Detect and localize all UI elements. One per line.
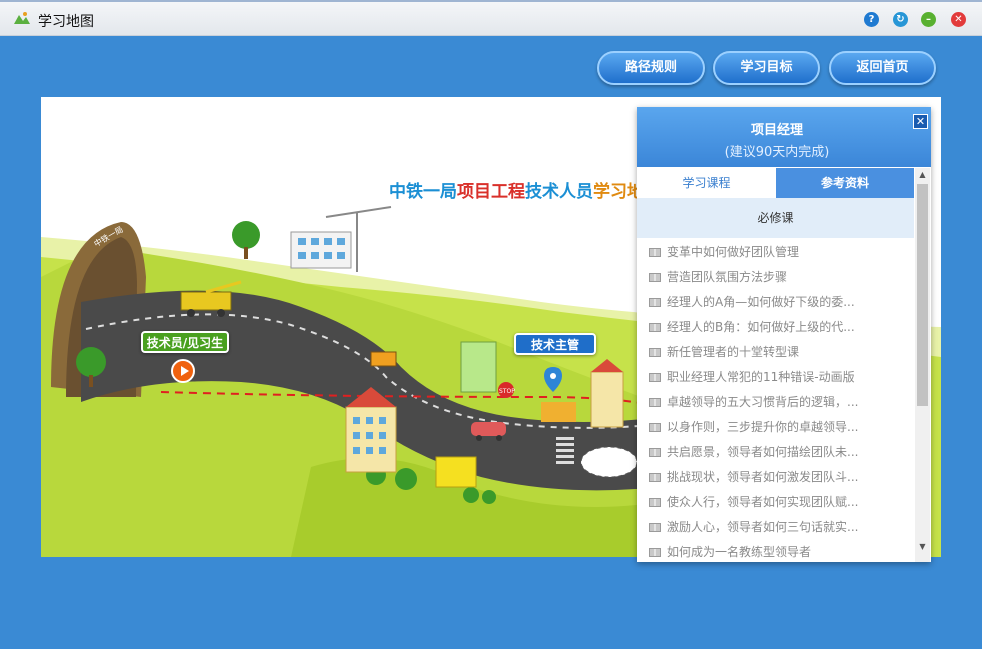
- map-title: 中铁一局项目工程技术人员学习地: [389, 182, 644, 202]
- course-item[interactable]: 新任管理者的十堂转型课: [637, 340, 914, 365]
- path-rules-button[interactable]: 路径规则: [597, 51, 705, 85]
- book-icon: [649, 248, 661, 257]
- book-icon: [649, 523, 661, 532]
- back-home-button[interactable]: 返回首页: [829, 51, 936, 85]
- scroll-up-icon[interactable]: ▲: [915, 168, 930, 182]
- book-icon: [649, 498, 661, 507]
- course-item[interactable]: 经理人的B角：如何做好上级的代...: [637, 315, 914, 340]
- course-item[interactable]: 变革中如何做好团队管理: [637, 240, 914, 265]
- stop-label: STOP: [499, 388, 515, 395]
- technician-stage-sign[interactable]: 技术员/见习生: [141, 331, 229, 353]
- learning-goals-button[interactable]: 学习目标: [713, 51, 820, 85]
- scroll-thumb[interactable]: [917, 184, 928, 406]
- panel-header: 项目经理 (建议90天内完成) ✕: [637, 107, 931, 167]
- course-item[interactable]: 如何成为一名教练型领导者: [637, 540, 914, 562]
- panel-close-icon[interactable]: ✕: [913, 114, 928, 129]
- course-item[interactable]: 激励人心，领导者如何三句话就实...: [637, 515, 914, 540]
- refresh-icon[interactable]: ↻: [893, 12, 908, 27]
- help-icon[interactable]: ?: [864, 12, 879, 27]
- course-item[interactable]: 挑战现状，领导者如何激发团队斗...: [637, 465, 914, 490]
- book-icon: [649, 423, 661, 432]
- minimize-icon[interactable]: –: [921, 12, 936, 27]
- tab-learning-courses[interactable]: 学习课程: [637, 168, 776, 198]
- course-item[interactable]: 职业经理人常犯的11种错误-动画版: [637, 365, 914, 390]
- scrollbar[interactable]: ▲ ▼: [915, 168, 930, 562]
- scroll-down-icon[interactable]: ▼: [915, 540, 930, 554]
- book-icon: [649, 348, 661, 357]
- panel-title: 项目经理: [750, 123, 803, 138]
- title-bar: 学习地图 ? ↻ – ✕: [0, 0, 982, 36]
- course-list: 变革中如何做好团队管理 营造团队氛围方法步骤 经理人的A角—如何做好下级的委..…: [637, 240, 914, 562]
- book-icon: [649, 448, 661, 457]
- book-icon: [649, 373, 661, 382]
- book-icon: [649, 298, 661, 307]
- book-icon: [649, 473, 661, 482]
- section-required-courses: 必修课: [637, 198, 914, 238]
- stage-panel: 项目经理 (建议90天内完成) ✕ 学习课程 参考资料 必修课 变革中如何做好团…: [637, 107, 931, 562]
- tab-reference-materials[interactable]: 参考资料: [776, 168, 914, 198]
- course-item[interactable]: 使众人行，领导者如何实现团队赋...: [637, 490, 914, 515]
- book-icon: [649, 323, 661, 332]
- play-icon[interactable]: [171, 359, 195, 383]
- course-item[interactable]: 共启愿景，领导者如何描绘团队未...: [637, 440, 914, 465]
- course-item[interactable]: 以身作则，三步提升你的卓越领导...: [637, 415, 914, 440]
- course-item[interactable]: 卓越领导的五大习惯背后的逻辑，...: [637, 390, 914, 415]
- course-item[interactable]: 经理人的A角—如何做好下级的委...: [637, 290, 914, 315]
- book-icon: [649, 548, 661, 557]
- tech-supervisor-stage-sign[interactable]: 技术主管: [514, 333, 596, 355]
- book-icon: [649, 273, 661, 282]
- window-title: 学习地图: [38, 14, 94, 30]
- close-icon[interactable]: ✕: [951, 12, 966, 27]
- book-icon: [649, 398, 661, 407]
- map-icon: [14, 12, 30, 24]
- panel-subtitle: (建议90天内完成): [724, 145, 830, 160]
- course-item[interactable]: 营造团队氛围方法步骤: [637, 265, 914, 290]
